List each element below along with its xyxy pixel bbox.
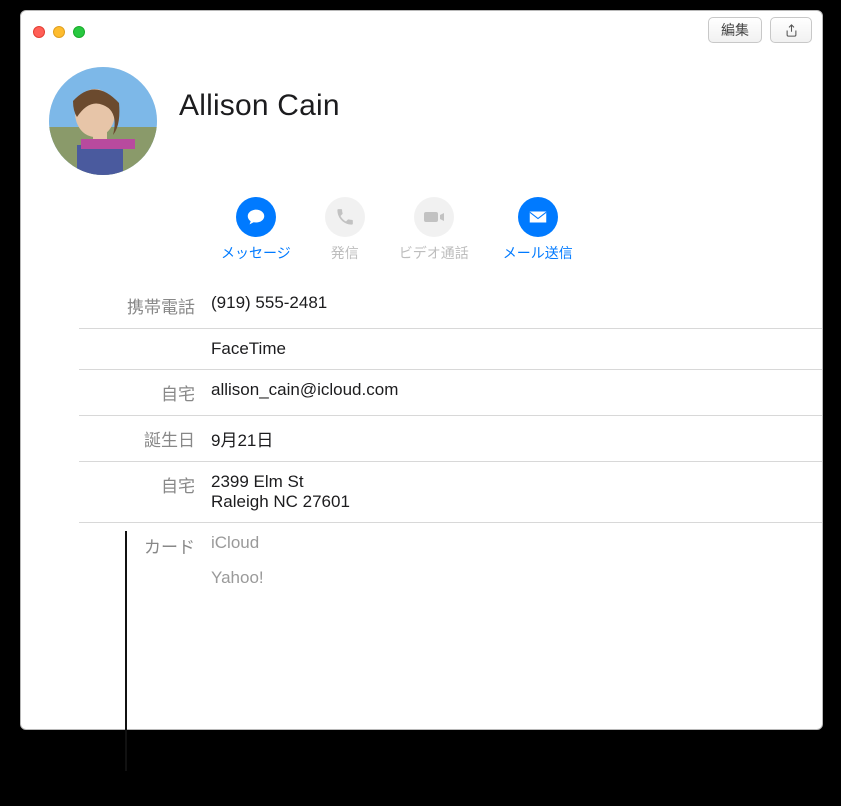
call-button[interactable]: 発信: [325, 197, 365, 263]
video-icon: [422, 205, 446, 229]
contact-card-window: 編集 Allison Cain: [20, 10, 823, 730]
field-label: [79, 339, 211, 359]
title-bar: 編集: [21, 11, 822, 49]
card-value: Yahoo!: [211, 568, 822, 588]
callout-line: [125, 531, 127, 771]
mail-label: メール送信: [503, 243, 573, 263]
card-source-row: Yahoo!: [79, 568, 822, 598]
video-label: ビデオ通話: [399, 243, 469, 263]
field-label: 自宅: [79, 472, 211, 512]
share-button[interactable]: [770, 17, 812, 43]
field-row[interactable]: FaceTime: [79, 329, 822, 370]
contact-fields: 携帯電話 (919) 555-2481 FaceTime 自宅 allison_…: [21, 283, 822, 598]
field-label: 誕生日: [79, 426, 211, 451]
field-value: allison_cain@icloud.com: [211, 380, 822, 405]
field-label: 携帯電話: [79, 293, 211, 318]
message-bubble-icon: [245, 206, 267, 228]
card-value: iCloud: [211, 533, 822, 558]
field-row[interactable]: 自宅 allison_cain@icloud.com: [79, 370, 822, 416]
window-controls: [31, 22, 87, 38]
card-label: [79, 568, 211, 588]
field-row[interactable]: 誕生日 9月21日: [79, 416, 822, 462]
phone-icon: [335, 207, 355, 227]
mail-button[interactable]: メール送信: [503, 197, 573, 263]
envelope-icon: [527, 206, 549, 228]
minimize-window-icon[interactable]: [53, 26, 65, 38]
field-value: FaceTime: [211, 339, 822, 359]
edit-button[interactable]: 編集: [708, 17, 762, 43]
field-value: 9月21日: [211, 426, 822, 451]
video-call-button[interactable]: ビデオ通話: [399, 197, 469, 263]
card-source-row: カード iCloud: [79, 523, 822, 568]
field-value: (919) 555-2481: [211, 293, 822, 318]
contact-avatar[interactable]: [49, 67, 157, 175]
message-label: メッセージ: [221, 243, 291, 263]
contact-name: Allison Cain: [179, 89, 340, 123]
card-label: カード: [79, 533, 211, 558]
message-button[interactable]: メッセージ: [221, 197, 291, 263]
share-icon: [784, 23, 799, 38]
field-row[interactable]: 自宅 2399 Elm St Raleigh NC 27601: [79, 462, 822, 523]
quick-actions: メッセージ 発信 ビデオ通話 メール送信: [221, 197, 822, 263]
field-row[interactable]: 携帯電話 (919) 555-2481: [79, 283, 822, 329]
zoom-window-icon[interactable]: [73, 26, 85, 38]
call-label: 発信: [331, 243, 359, 263]
close-window-icon[interactable]: [33, 26, 45, 38]
field-value: 2399 Elm St Raleigh NC 27601: [211, 472, 822, 512]
field-label: 自宅: [79, 380, 211, 405]
